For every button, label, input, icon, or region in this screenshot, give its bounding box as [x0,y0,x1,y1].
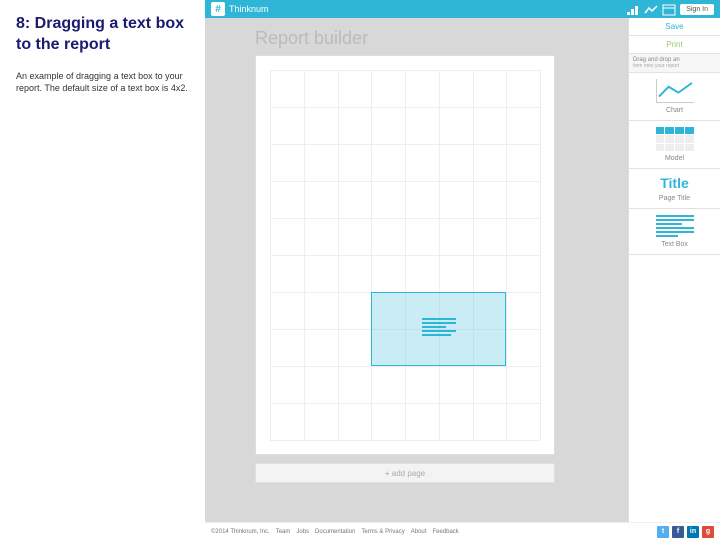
footer-link[interactable]: Jobs [296,529,309,535]
panel-item-chart[interactable]: Chart [629,73,720,121]
googleplus-icon[interactable]: g [702,526,714,538]
brand-icon: # [211,2,225,16]
canvas: Report builder + add page [205,18,628,522]
page-grid [270,70,540,440]
footer: ©2014 Thinknum, Inc. Team Jobs Documenta… [205,522,720,540]
app-frame: # Thinknum Sign In Report builder [205,0,720,540]
chart-icon [656,79,694,103]
instruction-body: An example of dragging a text box to you… [16,70,189,94]
print-button[interactable]: Print [629,36,720,54]
footer-links: ©2014 Thinknum, Inc. Team Jobs Documenta… [211,529,459,535]
footer-link[interactable]: Documentation [315,529,355,535]
footer-link[interactable]: About [411,529,427,535]
footer-copyright: ©2014 Thinknum, Inc. [211,529,270,535]
workspace: Report builder + add page Sa [205,18,720,522]
footer-link[interactable]: Terms & Privacy [361,529,404,535]
nav-icon-3[interactable] [662,3,676,15]
panel-section-header: Drag and drop an item onto your report [629,54,720,73]
panel-item-model[interactable]: Model [629,121,720,169]
instruction-panel: 8: Dragging a text box to the report An … [0,0,205,540]
panel-item-label: Page Title [633,195,716,202]
signin-button[interactable]: Sign In [680,4,714,15]
topbar-actions: Sign In [626,3,714,15]
panel-item-title[interactable]: Title Page Title [629,169,720,209]
nav-icon-1[interactable] [626,3,640,15]
linkedin-icon[interactable]: in [687,526,699,538]
panel-item-label: Text Box [633,241,716,248]
panel-item-label: Chart [633,107,716,114]
model-icon [656,127,694,151]
drag-selection-textbox[interactable] [371,292,506,366]
footer-link[interactable]: Feedback [432,529,458,535]
instruction-title: 8: Dragging a text box to the report [16,14,189,56]
brand[interactable]: # Thinknum [211,2,269,16]
footer-social: t f in g [657,526,714,538]
save-button[interactable]: Save [629,18,720,36]
right-panel: Save Print Drag and drop an item onto yo… [628,18,720,522]
panel-item-textbox[interactable]: Text Box [629,209,720,255]
panel-item-label: Model [633,155,716,162]
report-page[interactable] [255,55,555,455]
facebook-icon[interactable]: f [672,526,684,538]
textbox-icon [656,215,694,237]
topbar: # Thinknum Sign In [205,0,720,18]
add-page-button[interactable]: + add page [255,463,555,483]
title-icon: Title [633,175,716,191]
textbox-icon [422,318,456,340]
twitter-icon[interactable]: t [657,526,669,538]
footer-link[interactable]: Team [276,529,291,535]
nav-icon-2[interactable] [644,3,658,15]
report-title: Report builder [255,28,620,49]
brand-text: Thinknum [229,4,269,14]
